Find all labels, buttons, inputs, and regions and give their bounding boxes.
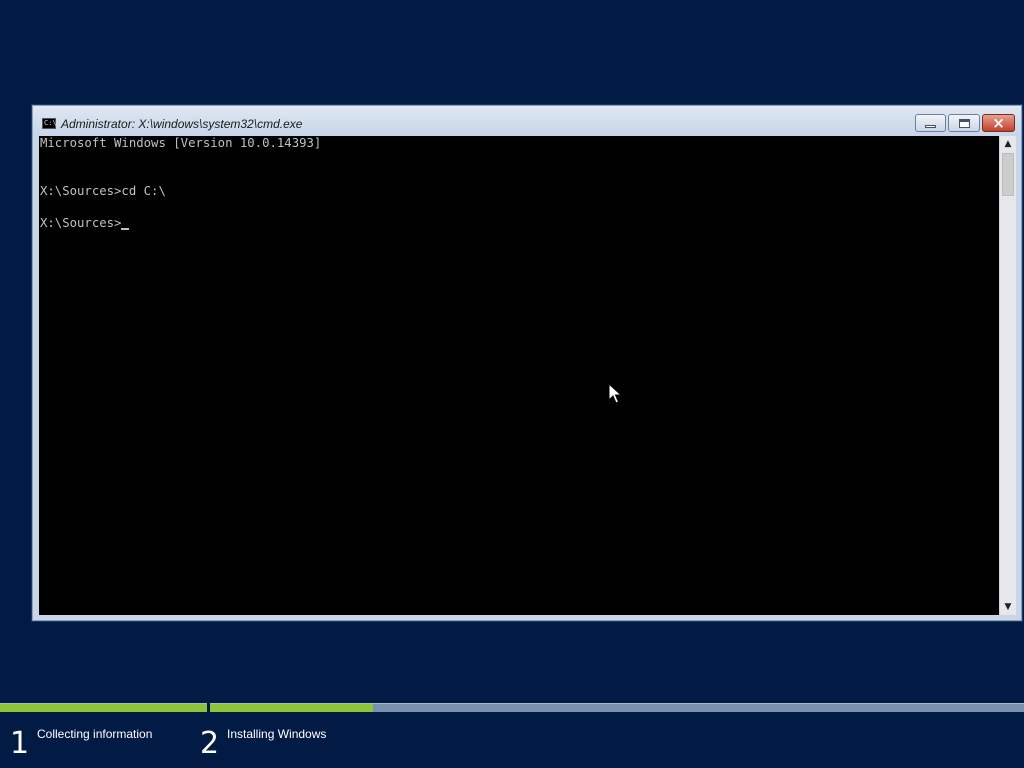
scroll-up-arrow-icon[interactable]: ▲: [1000, 136, 1016, 152]
cmd-icon[interactable]: C:\: [42, 118, 57, 129]
scroll-thumb[interactable]: [1002, 153, 1014, 196]
step-number: 2: [200, 726, 220, 761]
progress-fill-step-1: [0, 704, 207, 712]
close-icon: ×: [992, 114, 1005, 132]
cmd-window[interactable]: C:\ Administrator: X:\windows\system32\c…: [32, 105, 1022, 621]
progress-bar-step-1: [0, 703, 207, 712]
cmd-icon-text: C:\: [44, 119, 57, 127]
minimize-icon: [925, 124, 936, 128]
maximize-icon: [958, 118, 970, 128]
vertical-scrollbar[interactable]: ▲ ▼: [999, 136, 1016, 615]
progress-bar-step-2: [210, 703, 1024, 712]
console-output[interactable]: Microsoft Windows [Version 10.0.14393] X…: [39, 136, 999, 615]
step-number: 1: [10, 726, 30, 761]
console-prompt: X:\Sources>: [40, 216, 122, 230]
minimize-button[interactable]: [915, 114, 946, 132]
progress-fill-step-2: [210, 704, 373, 712]
step-label: Collecting information: [37, 727, 153, 741]
maximize-button[interactable]: [948, 114, 980, 132]
text-cursor: [121, 228, 130, 230]
step-label: Installing Windows: [227, 727, 327, 741]
close-button[interactable]: ×: [982, 114, 1015, 132]
console-prompt-line: X:\Sources>: [40, 216, 130, 230]
mouse-pointer-icon: [608, 383, 622, 404]
console-line: X:\Sources>cd C:\: [40, 184, 166, 198]
window-title: Administrator: X:\windows\system32\cmd.e…: [61, 117, 303, 131]
console-line: Microsoft Windows [Version 10.0.14393]: [40, 136, 322, 150]
title-bar[interactable]: C:\ Administrator: X:\windows\system32\c…: [33, 106, 1021, 136]
scroll-down-arrow-icon[interactable]: ▼: [1000, 599, 1016, 615]
